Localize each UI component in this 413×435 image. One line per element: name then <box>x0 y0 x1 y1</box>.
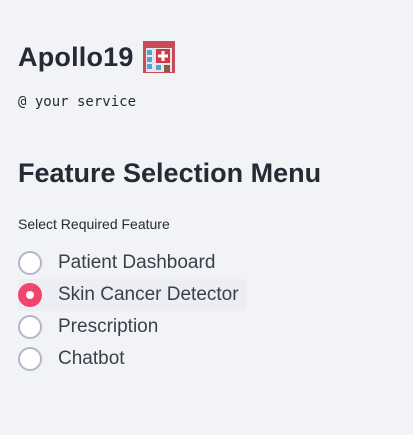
feature-radio-group: Patient Dashboard Skin Cancer Detector P… <box>18 247 247 375</box>
radio-option-prescription[interactable]: Prescription <box>18 311 247 343</box>
section-heading: Feature Selection Menu <box>18 158 322 188</box>
radio-option-chatbot[interactable]: Chatbot <box>18 343 247 375</box>
tagline: @ your service <box>18 94 137 110</box>
app-title: Apollo19 <box>18 40 176 74</box>
sidebar: Apollo19 @ your service Feature Selectio… <box>0 0 413 435</box>
hospital-icon <box>142 41 175 73</box>
radio-option-label: Skin Cancer Detector <box>58 284 239 305</box>
radio-option-patient-dashboard[interactable]: Patient Dashboard <box>18 247 247 279</box>
app-title-text: Apollo19 <box>18 41 134 72</box>
radio-option-label: Prescription <box>58 316 159 337</box>
radio-option-label: Patient Dashboard <box>58 252 216 273</box>
radio-dot <box>26 291 34 299</box>
radio-option-skin-cancer-detector[interactable]: Skin Cancer Detector <box>18 279 247 311</box>
radio-button-unchecked[interactable] <box>18 251 42 275</box>
radio-option-label: Chatbot <box>58 348 125 369</box>
radio-button-unchecked[interactable] <box>18 315 42 339</box>
radio-group-label: Select Required Feature <box>18 216 170 232</box>
radio-button-unchecked[interactable] <box>18 347 42 371</box>
radio-button-checked[interactable] <box>18 283 42 307</box>
